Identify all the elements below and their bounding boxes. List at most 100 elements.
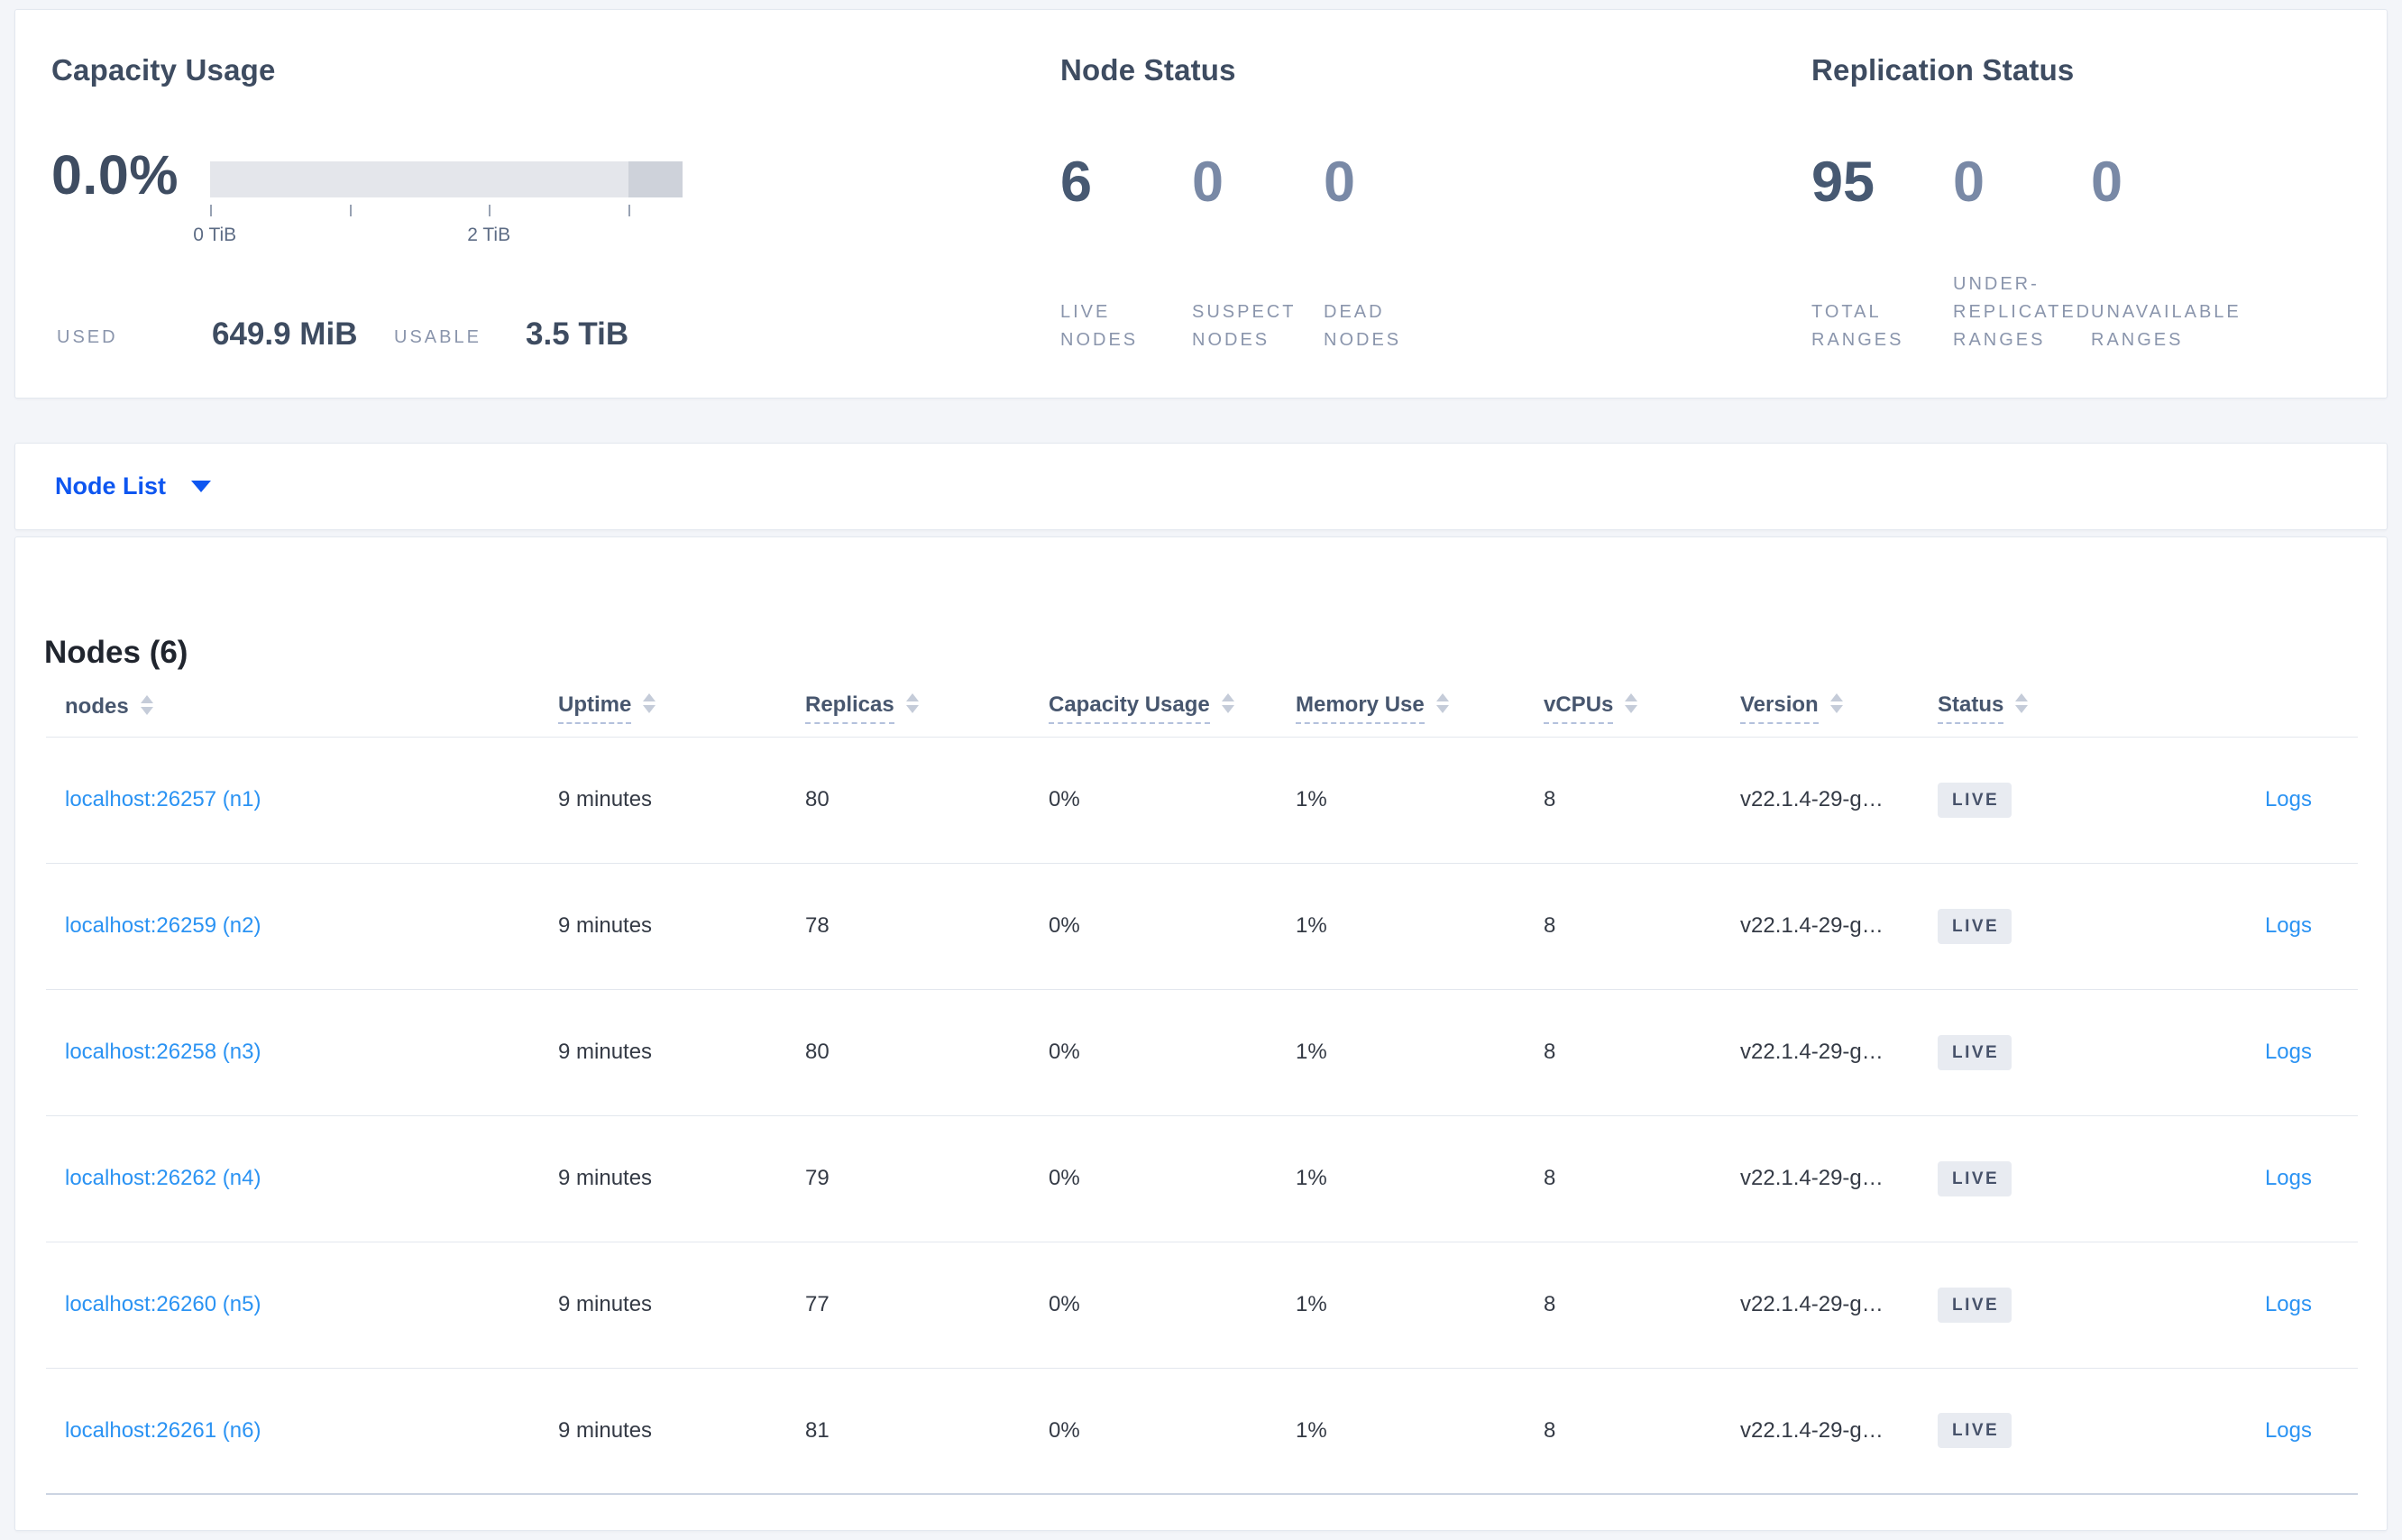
stat-value: 0	[1953, 151, 1985, 214]
column-label: Replicas	[805, 692, 894, 724]
node-table-row: localhost:26262 (n4) 9 minutes 79 0% 1% 8 v22.…	[46, 1115, 2358, 1242]
status-badge: LIVE	[1938, 908, 2012, 944]
stat-live-nodes: 6 LIVE NODES	[1060, 145, 1192, 354]
node-list-dropdown-label: Node List	[55, 472, 167, 500]
column-header-uptime[interactable]: Uptime	[539, 676, 786, 738]
stat-value: 0	[1324, 151, 1356, 214]
column-header-version[interactable]: Version	[1721, 676, 1919, 738]
capacity-usage-cell: 0%	[1030, 1115, 1277, 1242]
version-cell: v22.1.4-29-g…	[1721, 863, 1919, 990]
replicas-cell: 80	[786, 989, 1030, 1116]
sort-icon[interactable]	[2015, 692, 2029, 713]
sort-icon[interactable]	[1625, 692, 1638, 713]
replicas-cell: 80	[786, 737, 1030, 864]
logs-link[interactable]: Logs	[2265, 787, 2312, 811]
sort-icon[interactable]	[1221, 692, 1234, 713]
node-table-row: localhost:26258 (n3) 9 minutes 80 0% 1% 8 v22.…	[46, 989, 2358, 1116]
replicas-cell: 81	[786, 1368, 1030, 1495]
uptime-cell: 9 minutes	[539, 989, 786, 1116]
memory-use-cell: 1%	[1277, 989, 1525, 1116]
logs-cell: Logs	[2189, 1115, 2358, 1242]
sort-icon[interactable]	[1829, 692, 1843, 713]
sort-icon[interactable]	[643, 692, 656, 713]
status-badge: LIVE	[1938, 1160, 2012, 1196]
usable-label: USABLE	[394, 327, 481, 347]
column-header-logs	[2189, 676, 2358, 738]
cluster-summary-card: Capacity Usage 0.0% 0 TiB 2 TiB USED 649…	[14, 9, 2388, 399]
stat-value: 0	[1192, 151, 1224, 214]
sort-icon[interactable]	[905, 692, 919, 713]
logs-link[interactable]: Logs	[2265, 913, 2312, 938]
status-badge: LIVE	[1938, 1287, 2012, 1323]
column-header-nodes[interactable]: nodes	[46, 676, 539, 738]
logs-link[interactable]: Logs	[2265, 1166, 2312, 1190]
status-badge: LIVE	[1938, 1413, 2012, 1449]
capacity-axis-label: 0 TiB	[193, 225, 237, 245]
status-cell: LIVE	[1919, 1242, 2189, 1369]
node-cell: localhost:26257 (n1)	[46, 737, 539, 864]
node-cell: localhost:26260 (n5)	[46, 1242, 539, 1369]
column-header-replicas[interactable]: Replicas	[786, 676, 1030, 738]
capacity-usage-section: Capacity Usage 0.0% 0 TiB 2 TiB USED 649…	[51, 10, 845, 398]
node-link[interactable]: localhost:26258 (n3)	[65, 1040, 261, 1064]
node-list-dropdown[interactable]: Node List	[55, 444, 212, 529]
node-link[interactable]: localhost:26260 (n5)	[65, 1292, 261, 1316]
replication-status-section: Replication Status 95 TOTAL RANGES 0 UNDER-…	[1811, 10, 2370, 398]
stat-dead-nodes: 0 DEAD NODES	[1324, 145, 1455, 354]
vcpus-cell: 8	[1525, 1242, 1721, 1369]
status-badge: LIVE	[1938, 782, 2012, 818]
logs-link[interactable]: Logs	[2265, 1040, 2312, 1064]
sort-icon[interactable]	[140, 694, 153, 715]
stat-value: 0	[2091, 151, 2123, 214]
logs-link[interactable]: Logs	[2265, 1418, 2312, 1443]
version-cell: v22.1.4-29-g…	[1721, 989, 1919, 1116]
column-header-capacity-usage[interactable]: Capacity Usage	[1030, 676, 1277, 738]
capacity-percent-value: 0.0%	[51, 144, 179, 206]
status-cell: LIVE	[1919, 989, 2189, 1116]
capacity-bar-reserved-segment	[628, 161, 683, 197]
column-header-vcpus[interactable]: vCPUs	[1525, 676, 1721, 738]
logs-link[interactable]: Logs	[2265, 1292, 2312, 1316]
logs-cell: Logs	[2189, 1242, 2358, 1369]
status-cell: LIVE	[1919, 1368, 2189, 1495]
used-label: USED	[57, 327, 118, 347]
capacity-axis-label: 2 TiB	[467, 225, 511, 245]
column-label: Memory Use	[1296, 692, 1425, 724]
node-link[interactable]: localhost:26257 (n1)	[65, 787, 261, 811]
capacity-usage-cell: 0%	[1030, 1368, 1277, 1495]
column-label: nodes	[65, 693, 129, 719]
node-table-row: localhost:26259 (n2) 9 minutes 78 0% 1% 8 v22.…	[46, 863, 2358, 990]
version-cell: v22.1.4-29-g…	[1721, 1115, 1919, 1242]
capacity-usage-cell: 0%	[1030, 989, 1277, 1116]
stat-label: TOTAL RANGES	[1811, 302, 1904, 350]
column-header-status[interactable]: Status	[1919, 676, 2189, 738]
node-link[interactable]: localhost:26261 (n6)	[65, 1418, 261, 1443]
sort-icon[interactable]	[1435, 692, 1449, 713]
node-link[interactable]: localhost:26259 (n2)	[65, 913, 261, 938]
node-link[interactable]: localhost:26262 (n4)	[65, 1166, 261, 1190]
used-value: 649.9 MiB	[212, 316, 358, 352]
column-label: Version	[1740, 692, 1819, 724]
uptime-cell: 9 minutes	[539, 1115, 786, 1242]
status-cell: LIVE	[1919, 1115, 2189, 1242]
replicas-cell: 79	[786, 1115, 1030, 1242]
capacity-usage-cell: 0%	[1030, 1242, 1277, 1369]
logs-cell: Logs	[2189, 989, 2358, 1116]
version-cell: v22.1.4-29-g…	[1721, 1242, 1919, 1369]
node-table-row: localhost:26257 (n1) 9 minutes 80 0% 1% 8 v22.…	[46, 737, 2358, 864]
capacity-bar-track	[210, 161, 683, 197]
capacity-usage-title: Capacity Usage	[51, 53, 276, 87]
nodes-count-title: Nodes (6)	[44, 635, 188, 670]
column-label: Uptime	[558, 692, 632, 724]
column-header-memory-use[interactable]: Memory Use	[1277, 676, 1525, 738]
stat-under-replicated-ranges: 0 UNDER-REPLICATED RANGES	[1953, 145, 2091, 354]
capacity-usage-cell: 0%	[1030, 863, 1277, 990]
node-table-row: localhost:26261 (n6) 9 minutes 81 0% 1% 8 v22.…	[46, 1368, 2358, 1495]
stat-value: 95	[1811, 151, 1875, 214]
uptime-cell: 9 minutes	[539, 1242, 786, 1369]
status-cell: LIVE	[1919, 737, 2189, 864]
replication-status-title: Replication Status	[1811, 53, 2075, 87]
column-label: vCPUs	[1544, 692, 1614, 724]
version-cell: v22.1.4-29-g…	[1721, 737, 1919, 864]
memory-use-cell: 1%	[1277, 863, 1525, 990]
